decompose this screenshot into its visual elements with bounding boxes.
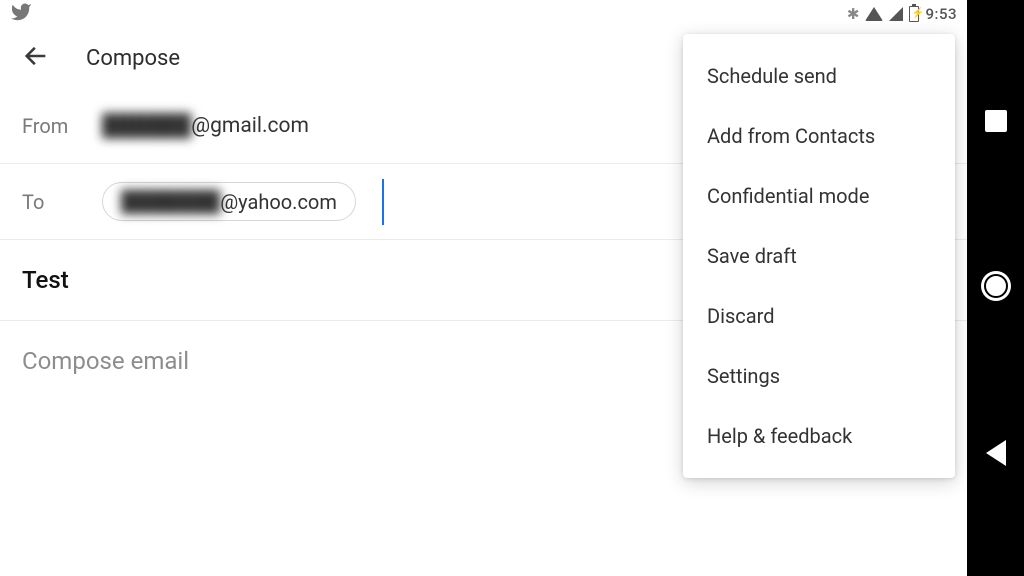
nav-recents-button[interactable]: [985, 110, 1007, 132]
body-placeholder[interactable]: Compose email: [22, 347, 189, 375]
to-label: To: [22, 190, 82, 214]
from-address: ██████@gmail.com: [102, 114, 309, 138]
menu-item-add-from-contacts[interactable]: Add from Contacts: [683, 106, 955, 166]
twitter-icon: [10, 1, 32, 27]
menu-item-help-feedback[interactable]: Help & feedback: [683, 406, 955, 466]
page-title: Compose: [86, 46, 180, 71]
cell-signal-icon: [889, 7, 903, 21]
menu-item-confidential-mode[interactable]: Confidential mode: [683, 166, 955, 226]
battery-charging-icon: ⚡: [909, 6, 919, 22]
nav-home-button[interactable]: [981, 271, 1011, 301]
clock: 9:53: [925, 5, 957, 23]
android-nav-bar: [967, 0, 1024, 576]
menu-item-settings[interactable]: Settings: [683, 346, 955, 406]
from-label: From: [22, 114, 82, 138]
overflow-menu: Schedule send Add from Contacts Confiden…: [683, 34, 955, 478]
menu-item-save-draft[interactable]: Save draft: [683, 226, 955, 286]
menu-item-schedule-send[interactable]: Schedule send: [683, 46, 955, 106]
text-cursor: [382, 179, 384, 225]
app-screen: ✱ ⚡ 9:53 Compose From ██████@gmail.com T…: [0, 0, 967, 576]
bluetooth-icon: ✱: [847, 5, 860, 23]
recipient-chip[interactable]: ███████@yahoo.com: [102, 182, 356, 221]
status-bar: ✱ ⚡ 9:53: [0, 0, 967, 28]
wifi-icon: [865, 7, 883, 21]
back-button[interactable]: [22, 42, 50, 74]
nav-back-button[interactable]: [986, 440, 1006, 466]
menu-item-discard[interactable]: Discard: [683, 286, 955, 346]
subject-input[interactable]: Test: [22, 266, 69, 294]
from-redacted: ██████: [102, 114, 191, 138]
to-redacted: ███████: [121, 189, 220, 214]
